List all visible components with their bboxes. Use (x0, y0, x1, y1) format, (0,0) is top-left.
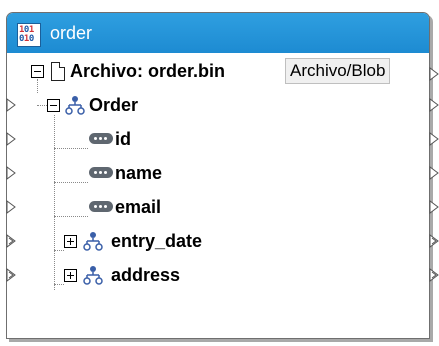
output-connector[interactable] (429, 166, 439, 180)
component-tree: Archivo: order.bin Archivo/Blob Order id… (6, 53, 439, 338)
tree-row-address[interactable]: address (6, 259, 439, 291)
attribute-icon (89, 167, 113, 178)
component-title: order (50, 23, 93, 43)
file-icon (51, 62, 65, 81)
field-label: name (115, 163, 163, 183)
output-connector[interactable] (429, 98, 439, 112)
element-tree-icon (83, 265, 103, 285)
output-connector[interactable] (429, 132, 439, 146)
element-tree-icon (65, 95, 85, 115)
field-label: id (115, 129, 131, 149)
address-label: address (111, 265, 181, 285)
entry-date-label: entry_date (111, 231, 203, 251)
tree-row-field[interactable]: name (6, 157, 439, 189)
file-blob-button[interactable]: Archivo/Blob (285, 58, 391, 84)
mapping-component-order[interactable]: 101 010 order Archivo: order.bin Archivo… (6, 12, 439, 339)
tree-row-field[interactable]: email (6, 191, 439, 223)
tree-row-order[interactable]: Order (6, 89, 439, 121)
input-connector[interactable] (6, 234, 16, 248)
output-connector[interactable] (429, 200, 439, 214)
attribute-icon (89, 133, 113, 144)
tree-row-field[interactable]: id (6, 123, 439, 155)
tree-row-entry-date[interactable]: entry_date (6, 225, 439, 257)
input-connector[interactable] (6, 98, 16, 112)
expand-icon[interactable] (64, 269, 77, 282)
output-connector[interactable] (429, 234, 439, 248)
binary-file-icon: 101 010 (17, 23, 41, 47)
root-label: Archivo: order.bin (70, 61, 226, 81)
input-connector[interactable] (6, 200, 16, 214)
output-connector[interactable] (429, 67, 439, 81)
attribute-icon (89, 201, 113, 212)
element-tree-icon (83, 231, 103, 251)
input-connector[interactable] (6, 268, 16, 282)
collapse-icon[interactable] (47, 99, 60, 112)
input-connector[interactable] (6, 132, 16, 146)
order-label: Order (89, 95, 139, 115)
expand-icon[interactable] (64, 235, 77, 248)
field-label: email (115, 197, 162, 217)
tree-row-root[interactable]: Archivo: order.bin Archivo/Blob (7, 55, 439, 87)
collapse-icon[interactable] (31, 65, 44, 78)
input-connector[interactable] (6, 166, 16, 180)
output-connector[interactable] (429, 268, 439, 282)
component-titlebar[interactable]: 101 010 order (7, 13, 429, 53)
